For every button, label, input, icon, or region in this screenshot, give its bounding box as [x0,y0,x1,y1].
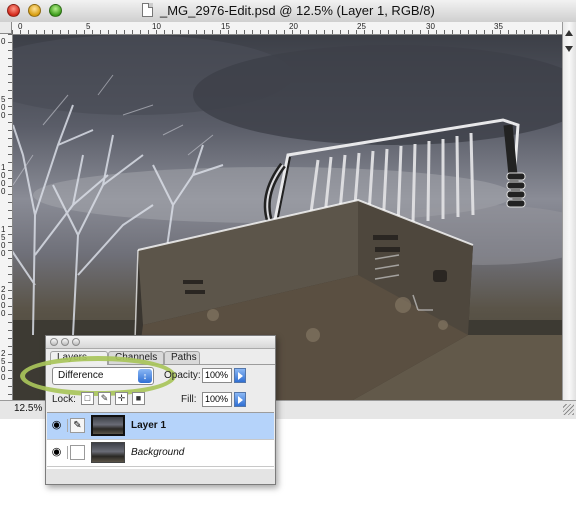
brush-icon[interactable]: ✎ [70,418,85,433]
palette-footer [46,469,275,484]
lock-image-brush-icon[interactable]: ✎ [98,392,111,405]
visibility-eye-icon[interactable]: ◉ [50,419,68,432]
scroll-down-arrow-icon[interactable] [565,46,573,52]
visibility-eye-icon[interactable]: ◉ [50,446,68,459]
fill-slider-arrow-icon[interactable] [234,392,246,407]
layer-row-layer-1[interactable]: ◉ ✎ Layer 1 [47,413,274,440]
ruler-tick-label: 2500 [1,349,6,382]
palette-zoom-button[interactable] [72,338,80,346]
ruler-tick-label: 5 [86,22,91,31]
lock-label: Lock: [52,394,76,405]
ruler-tick-label: 35 [494,22,503,31]
palette-close-button[interactable] [50,338,58,346]
minimize-button[interactable] [28,4,41,17]
horizontal-ruler[interactable]: 0 5 10 15 20 25 30 35 [12,22,576,35]
layers-palette: Layers Channels Paths Difference ↕ Opaci… [20,335,276,485]
resize-grip-icon[interactable] [563,404,574,415]
lock-position-move-icon[interactable]: ✛ [115,392,128,405]
ruler-tick-label: 10 [152,22,161,31]
layer-list: ◉ ✎ Layer 1 ◉ Background [47,412,274,470]
ruler-tick-label: 1500 [1,225,6,258]
ruler-tick-label: 25 [357,22,366,31]
opacity-input[interactable]: 100% [202,368,232,383]
lock-transparency-icon[interactable]: □ [81,392,94,405]
fill-label: Fill: [181,394,197,405]
ruler-tick-label: 15 [221,22,230,31]
vertical-ruler[interactable]: 0 500 1000 1500 2000 2500 [0,34,13,400]
zoom-button[interactable] [49,4,62,17]
ruler-tick-label: 20 [289,22,298,31]
layer-name[interactable]: Layer 1 [131,420,166,431]
layer-row-background[interactable]: ◉ Background [47,440,274,467]
ruler-origin[interactable] [0,22,12,34]
layer-name[interactable]: Background [131,447,184,458]
ruler-tick-label: 0 [1,37,6,46]
palette-title-bar[interactable] [46,336,275,349]
zoom-level-field[interactable]: 12.5% [14,403,42,414]
vertical-scrollbar[interactable] [562,22,576,400]
title-bar[interactable]: _MG_2976-Edit.psd @ 12.5% (Layer 1, RGB/… [0,0,576,23]
scroll-up-arrow-icon[interactable] [565,30,573,36]
ruler-tick-label: 0 [18,22,23,31]
ruler-tick-label: 30 [426,22,435,31]
ruler-tick-label: 500 [1,95,6,120]
link-cell[interactable] [70,445,85,460]
ruler-tick-label: 1000 [1,163,6,196]
window-title: _MG_2976-Edit.psd @ 12.5% (Layer 1, RGB/… [160,3,435,18]
lock-all-icon[interactable]: ■ [132,392,145,405]
tab-paths[interactable]: Paths [164,351,200,364]
palette-minimize-button[interactable] [61,338,69,346]
ruler-tick-label: 2000 [1,285,6,318]
layer-thumbnail [91,415,125,436]
layer-thumbnail [91,442,125,463]
opacity-label: Opacity: [164,370,201,381]
highlight-annotation [20,356,176,396]
fill-input[interactable]: 100% [202,392,232,407]
document-proxy-icon[interactable] [142,3,153,17]
close-button[interactable] [7,4,20,17]
opacity-slider-arrow-icon[interactable] [234,368,246,383]
